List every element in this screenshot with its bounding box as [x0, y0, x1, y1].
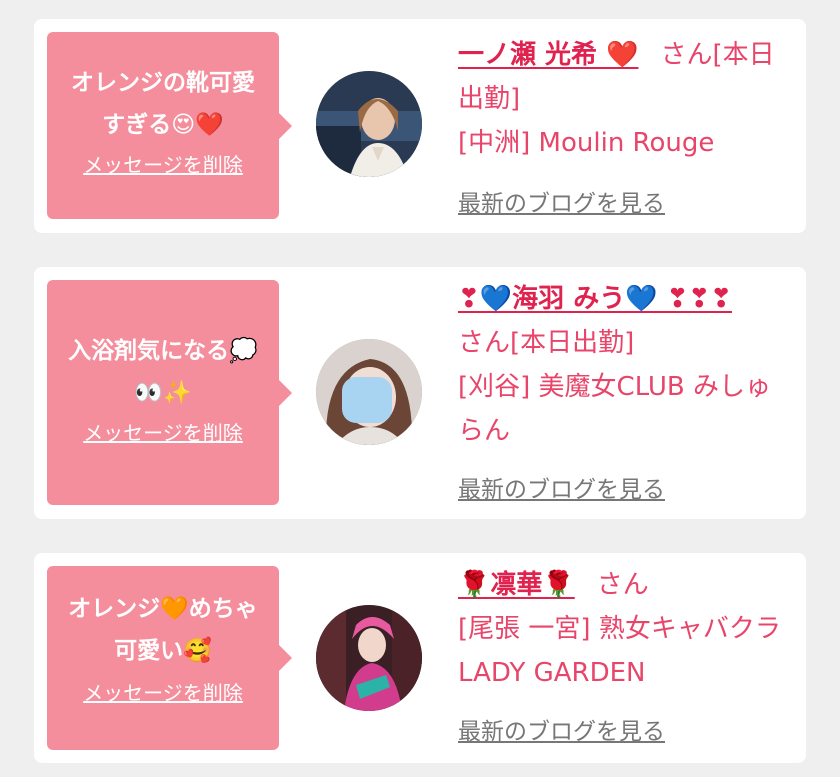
shop-name: [中洲] Moulin Rouge	[458, 128, 715, 158]
message-card: オレンジの靴可愛 すぎる😍❤️ メッセージを削除 一ノ瀬 光希 ❤️ さん[本日出…	[34, 19, 806, 233]
avatar[interactable]	[316, 605, 422, 711]
message-text-line2: すぎる😍❤️	[102, 112, 224, 138]
message-text-line2: 👀✨	[134, 380, 192, 406]
cast-name-link[interactable]: 🌹凛華🌹	[458, 570, 575, 600]
delete-message-link[interactable]: メッセージを削除	[55, 152, 271, 178]
cast-name-link[interactable]: 一ノ瀬 光希 ❤️	[458, 40, 638, 70]
message-text-line1: 入浴剤気になる💭	[68, 338, 258, 364]
shop-name: [刈谷] 美魔女CLUB みしゅらん	[458, 372, 772, 446]
avatar-photo	[316, 605, 422, 711]
message-text-line1: オレンジの靴可愛	[71, 70, 255, 96]
message-card: オレンジ🧡めちゃ 可愛い🥰 メッセージを削除 🌹凛華🌹 さん [尾張 一宮] 熟女…	[34, 553, 806, 763]
avatar-photo	[316, 339, 422, 445]
cast-status: さん[本日出勤]	[458, 328, 635, 358]
cast-info: ❣💙海羽 みう💙 ❣❣❣ さん[本日出勤] [刈谷] 美魔女CLUB みしゅらん	[458, 277, 788, 453]
message-bubble: オレンジの靴可愛 すぎる😍❤️ メッセージを削除	[47, 32, 292, 219]
message-card: 入浴剤気になる💭 👀✨ メッセージを削除 ❣💙海羽 みう💙 ❣❣❣ さん[本日出…	[34, 267, 806, 519]
message-bubble: オレンジ🧡めちゃ 可愛い🥰 メッセージを削除	[47, 566, 292, 750]
cast-name-link[interactable]: ❣💙海羽 みう💙 ❣❣❣	[458, 284, 732, 314]
avatar-photo	[316, 71, 422, 177]
message-text-line2: 可愛い🥰	[114, 638, 212, 664]
cast-info: 一ノ瀬 光希 ❤️ さん[本日出勤] [中洲] Moulin Rouge	[458, 33, 788, 165]
message-bubble: 入浴剤気になる💭 👀✨ メッセージを削除	[47, 280, 292, 505]
cast-info: 🌹凛華🌹 さん [尾張 一宮] 熟女キャバクラ LADY GARDEN	[458, 563, 788, 695]
blog-link[interactable]: 最新のブログを見る	[458, 712, 665, 746]
blog-link[interactable]: 最新のブログを見る	[458, 470, 665, 504]
delete-message-link[interactable]: メッセージを削除	[55, 680, 271, 706]
blog-link[interactable]: 最新のブログを見る	[458, 184, 665, 218]
cast-status: さん	[596, 570, 649, 600]
delete-message-link[interactable]: メッセージを削除	[55, 420, 271, 446]
shop-name: [尾張 一宮] 熟女キャバクラ LADY GARDEN	[458, 614, 781, 688]
message-text-line1: オレンジ🧡めちゃ	[68, 596, 258, 622]
avatar[interactable]	[316, 339, 422, 445]
avatar[interactable]	[316, 71, 422, 177]
